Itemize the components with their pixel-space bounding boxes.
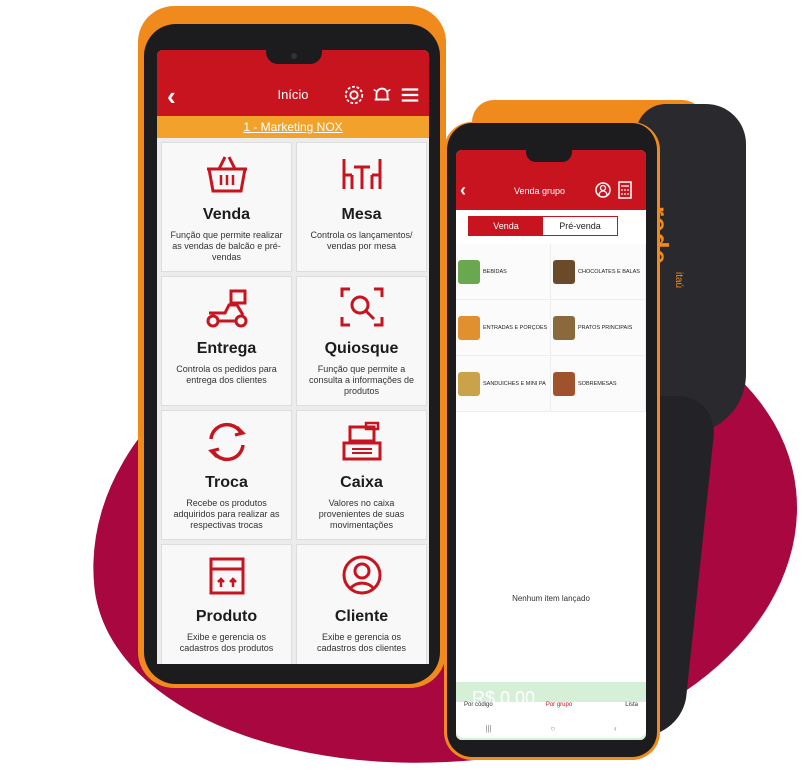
group-item[interactable]: PRATOS PRINCIPAIS [551,300,646,356]
calculator-icon[interactable] [616,180,634,200]
group-label: SOBREMESAS [578,380,617,387]
function-grid: Venda Função que permite realizar as ven… [161,142,427,664]
right-notch [526,150,572,162]
pos-device: rede itaú ‹ Venda grupo Venda Pré-venda … [436,96,748,760]
group-item[interactable]: ENTRADAS E PORÇÕES [456,300,551,356]
tile-caixa[interactable]: Caixa Valores no caixa provenientes de s… [296,410,427,540]
sale-type-tabs: Venda Pré-venda [468,216,618,236]
menu-icon[interactable] [399,84,421,106]
table-chairs-icon [342,159,381,189]
tile-entrega[interactable]: Entrega Controla os pedidos para entrega… [161,276,292,406]
product-groups: BEBIDAS CHOCOLATES E BALAS ENTRADAS E PO… [456,244,646,412]
tile-cliente[interactable]: Cliente Exibe e gerencia os cadastros do… [296,544,427,664]
group-label: PRATOS PRINCIPAIS [578,324,633,331]
back-arrow-icon[interactable]: ‹ [460,180,466,201]
tile-name: Troca [205,474,248,491]
basket-icon [206,156,247,193]
gear-icon[interactable] [343,84,365,106]
tile-name: Cliente [334,608,389,625]
tile-desc: Exibe e gerencia os cadastros dos client… [316,632,407,653]
group-item[interactable]: SOBREMESAS [551,356,646,412]
group-label: BEBIDAS [483,268,507,275]
group-label: CHOCOLATES E BALAS [578,268,640,275]
group-item[interactable]: CHOCOLATES E BALAS [551,244,646,300]
tile-desc: Valores no caixa provenientes de suas mo… [318,498,405,530]
group-item[interactable]: SANDUICHES E MINI PA [456,356,551,412]
group-thumbnail [458,315,480,340]
customer-icon [342,555,381,595]
customer-icon[interactable] [594,180,612,200]
tile-venda[interactable]: Venda Função que permite realizar as ven… [161,142,292,272]
tab-por-grupo[interactable]: Por grupo [546,702,572,724]
group-thumbnail [553,315,575,340]
company-banner[interactable]: 1 - Marketing NOX [157,116,429,138]
box-icon [209,557,244,595]
exchange-icon [207,422,246,462]
left-phone-screen: ‹ Início 1 - Marketing NOX Venda Função … [157,50,429,664]
home-icon[interactable]: ○ [550,724,555,738]
tile-quiosque[interactable]: Quiosque Função que permite a consulta a… [296,276,427,406]
empty-items-message: Nenhum item lançado [512,594,590,603]
group-thumbnail [458,259,480,284]
group-label: ENTRADAS E PORÇÕES [483,324,548,331]
tile-name: Quiosque [324,340,399,357]
alarm-bell-icon[interactable] [371,84,393,106]
left-phone: ‹ Início 1 - Marketing NOX Venda Função … [138,6,446,688]
delivery-scooter-icon [206,289,247,328]
tab-pre-venda[interactable]: Pré-venda [543,217,617,235]
device-brand-sub: itaú [673,272,684,289]
tab-por-codigo[interactable]: Por código [464,702,493,724]
group-label: SANDUICHES E MINI PA [483,380,546,387]
android-nav-bar: ||| ○ ‹ [456,724,646,738]
scan-search-icon [340,287,383,327]
tile-mesa[interactable]: Mesa Controla os lançamentos/ vendas por… [296,142,427,272]
tile-name: Venda [202,206,251,223]
tile-name: Mesa [341,206,382,223]
tile-name: Caixa [340,474,383,491]
tile-name: Entrega [196,340,257,357]
right-screen: ‹ Venda grupo Venda Pré-venda BEBIDAS CH… [456,150,646,740]
group-item[interactable]: BEBIDAS [456,244,551,300]
tile-produto[interactable]: Produto Exibe e gerencia os cadastros do… [161,544,292,664]
group-thumbnail [553,259,575,284]
tile-desc: Controla os lançamentos/ vendas por mesa [310,230,413,251]
bottom-tabs: Por código Por grupo Lista [456,702,646,724]
tab-lista[interactable]: Lista [625,702,638,724]
tile-name: Produto [195,608,258,625]
left-phone-notch [266,50,322,64]
tab-venda[interactable]: Venda [469,217,543,235]
tile-desc: Exibe e gerencia os cadastros dos produt… [179,632,274,653]
group-thumbnail [553,371,575,396]
cash-register-icon [342,421,381,461]
tile-desc: Recebe os produtos adquiridos para reali… [173,498,280,530]
page-title: Venda grupo [514,186,566,196]
tile-desc: Controla os pedidos para entrega dos cli… [176,364,277,385]
group-thumbnail [458,371,480,396]
tile-desc: Função que permite a consulta a informaç… [308,364,415,396]
tile-troca[interactable]: Troca Recebe os produtos adquiridos para… [161,410,292,540]
recent-apps-icon[interactable]: ||| [485,724,491,738]
back-nav-icon[interactable]: ‹ [614,724,617,738]
tile-desc: Função que permite realizar as vendas de… [170,230,283,262]
